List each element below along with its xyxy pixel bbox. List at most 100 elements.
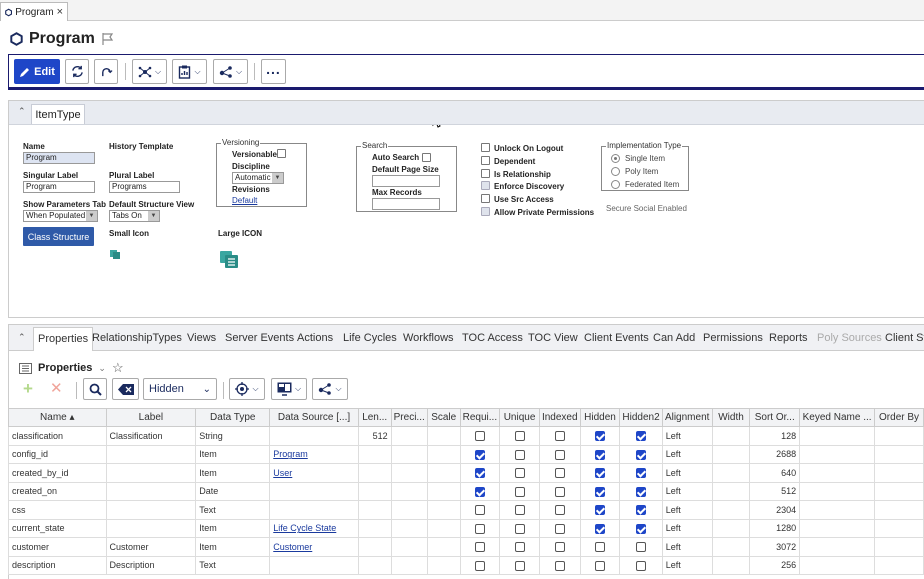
cell-checkbox[interactable] bbox=[554, 523, 565, 534]
table-cell[interactable]: Left bbox=[661, 426, 713, 446]
table-row[interactable]: current_state Item Life Cycle State Left 128… bbox=[8, 518, 924, 538]
cell-checkbox[interactable] bbox=[474, 486, 485, 497]
cell-checkbox[interactable] bbox=[636, 449, 647, 460]
table-cell[interactable] bbox=[711, 426, 751, 446]
table-cell[interactable] bbox=[579, 426, 621, 446]
table-row[interactable]: created_by_id Item User Left 640 bbox=[8, 463, 924, 483]
table-cell[interactable] bbox=[874, 500, 924, 520]
tab-client-events[interactable]: Client Events bbox=[584, 332, 649, 344]
table-cell[interactable]: 2304 bbox=[749, 500, 801, 520]
cell-checkbox[interactable] bbox=[514, 468, 525, 479]
chevron-down-icon[interactable]: ⌄ bbox=[98, 363, 106, 374]
table-row[interactable]: description Description Text Left 256 bbox=[8, 555, 924, 575]
table-cell[interactable]: current_state bbox=[8, 518, 107, 538]
column-header[interactable]: Name ▴ bbox=[8, 408, 107, 427]
table-cell[interactable] bbox=[390, 463, 428, 483]
table-cell[interactable] bbox=[579, 481, 621, 501]
column-header[interactable]: Alignment bbox=[661, 408, 713, 427]
table-cell[interactable]: 512 bbox=[357, 426, 392, 446]
table-row[interactable]: customer Customer Item Customer Left 3072 bbox=[8, 537, 924, 557]
cell-checkbox[interactable] bbox=[636, 523, 647, 534]
refresh-button[interactable] bbox=[65, 59, 89, 84]
cell-checkbox[interactable] bbox=[474, 431, 485, 442]
table-cell[interactable] bbox=[459, 463, 501, 483]
cell-checkbox[interactable] bbox=[636, 431, 647, 442]
table-cell[interactable]: User bbox=[269, 463, 359, 483]
table-cell[interactable] bbox=[357, 555, 392, 575]
table-cell[interactable] bbox=[269, 500, 359, 520]
table-cell[interactable]: Item bbox=[195, 444, 271, 464]
clipboard-menu-button[interactable]: ⌵ bbox=[172, 59, 207, 84]
table-cell[interactable]: 3072 bbox=[749, 537, 801, 557]
table-cell[interactable] bbox=[538, 481, 581, 501]
table-cell[interactable] bbox=[619, 500, 663, 520]
table-cell[interactable] bbox=[874, 444, 924, 464]
column-header[interactable]: Data Source [...] bbox=[269, 408, 359, 427]
table-cell[interactable] bbox=[390, 537, 428, 557]
column-header[interactable]: Width bbox=[711, 408, 751, 427]
cell-checkbox[interactable] bbox=[594, 542, 605, 553]
edit-button[interactable]: Edit bbox=[14, 59, 60, 84]
option-checkbox-unlock-on-logout[interactable] bbox=[481, 143, 490, 152]
default-structure-select[interactable]: Tabs On ▼ bbox=[109, 210, 160, 222]
table-cell[interactable]: css bbox=[8, 500, 107, 520]
table-cell[interactable] bbox=[799, 444, 876, 464]
table-cell[interactable] bbox=[426, 481, 461, 501]
column-header[interactable]: Hidden bbox=[579, 408, 621, 427]
table-cell[interactable] bbox=[390, 500, 428, 520]
table-cell[interactable] bbox=[269, 555, 359, 575]
federated-item-radio[interactable] bbox=[611, 180, 620, 189]
cell-checkbox[interactable] bbox=[554, 431, 565, 442]
cell-checkbox[interactable] bbox=[636, 468, 647, 479]
table-cell[interactable] bbox=[499, 500, 540, 520]
class-structure-button[interactable]: Class Structure bbox=[23, 227, 94, 246]
poly-item-radio[interactable] bbox=[611, 167, 620, 176]
data-source-link[interactable]: Program bbox=[273, 449, 308, 459]
table-cell[interactable] bbox=[579, 537, 621, 557]
tab-server-events[interactable]: Server Events bbox=[225, 332, 294, 344]
table-cell[interactable]: Customer bbox=[269, 537, 359, 557]
table-cell[interactable] bbox=[711, 500, 751, 520]
tab-actions[interactable]: Actions bbox=[297, 332, 333, 344]
table-cell[interactable]: created_by_id bbox=[8, 463, 107, 483]
table-cell[interactable] bbox=[711, 518, 751, 538]
share-grid-button[interactable]: ⌵ bbox=[312, 378, 348, 400]
column-header[interactable]: Hidden2 bbox=[619, 408, 663, 427]
tab-program[interactable]: Program × bbox=[0, 2, 68, 21]
table-cell[interactable] bbox=[459, 444, 501, 464]
table-cell[interactable] bbox=[538, 537, 581, 557]
star-icon[interactable]: ☆ bbox=[112, 360, 124, 376]
table-cell[interactable]: 128 bbox=[749, 426, 801, 446]
table-cell[interactable] bbox=[499, 518, 540, 538]
table-cell[interactable] bbox=[499, 444, 540, 464]
small-item-icon[interactable] bbox=[110, 249, 120, 259]
show-params-select[interactable]: When Populated ▼ bbox=[23, 210, 98, 222]
table-cell[interactable] bbox=[426, 518, 461, 538]
tab-views[interactable]: Views bbox=[187, 332, 216, 344]
table-cell[interactable] bbox=[426, 500, 461, 520]
large-item-icon[interactable] bbox=[220, 250, 238, 268]
table-cell[interactable] bbox=[390, 426, 428, 446]
singular-label-field[interactable]: Program bbox=[23, 181, 95, 193]
cell-checkbox[interactable] bbox=[554, 449, 565, 460]
table-cell[interactable]: Text bbox=[195, 555, 271, 575]
table-cell[interactable] bbox=[499, 555, 540, 575]
table-cell[interactable] bbox=[357, 444, 392, 464]
tab-properties[interactable]: Properties bbox=[33, 327, 94, 351]
collapse-icon[interactable]: ⌃ bbox=[18, 332, 26, 343]
table-cell[interactable] bbox=[538, 426, 581, 446]
table-cell[interactable] bbox=[105, 444, 197, 464]
tab-reports[interactable]: Reports bbox=[769, 332, 808, 344]
table-cell[interactable] bbox=[579, 518, 621, 538]
table-cell[interactable]: 256 bbox=[749, 555, 801, 575]
search-mode-select[interactable]: Hidden ⌄ bbox=[143, 378, 217, 400]
table-cell[interactable] bbox=[619, 463, 663, 483]
table-cell[interactable]: 2688 bbox=[749, 444, 801, 464]
table-cell[interactable] bbox=[538, 500, 581, 520]
table-cell[interactable] bbox=[357, 500, 392, 520]
cell-checkbox[interactable] bbox=[594, 431, 605, 442]
table-cell[interactable] bbox=[619, 444, 663, 464]
table-cell[interactable] bbox=[538, 518, 581, 538]
table-cell[interactable] bbox=[269, 481, 359, 501]
tab-client-st[interactable]: Client St bbox=[885, 332, 924, 344]
